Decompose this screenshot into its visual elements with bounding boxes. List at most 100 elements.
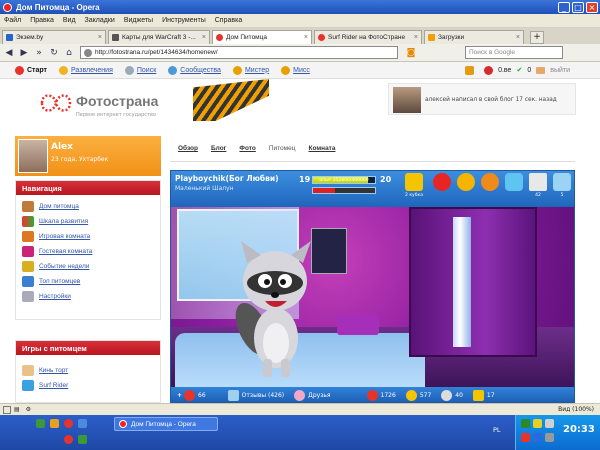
reload-icon[interactable]: ↻ [47, 46, 61, 60]
fotostrana-logo[interactable]: Фотострана Первое интернет государство [38, 87, 218, 127]
bath-action[interactable] [502, 173, 526, 203]
love-action[interactable] [430, 173, 454, 203]
stat-coins: 1726 [366, 390, 396, 401]
rss-icon[interactable]: ◙ [404, 46, 418, 60]
nav-item-event-of-week[interactable]: Событие недели [16, 259, 160, 274]
sleep-action[interactable]: 5 [550, 173, 574, 203]
nav-item-play-room[interactable]: Игровая комната [16, 229, 160, 244]
nav-item-top-pets[interactable]: Топ питомцев [16, 274, 160, 289]
opera-icon[interactable] [64, 435, 73, 444]
profile-info: 23 года, Ухтарбек [51, 156, 109, 163]
minimize-button[interactable]: _ [558, 1, 570, 13]
nav-item-guest-room[interactable]: Гостевая комната [16, 244, 160, 259]
plus-icon: + [177, 392, 183, 399]
close-tab-icon[interactable]: × [516, 34, 520, 41]
add-points-button[interactable]: + 66 [177, 390, 206, 401]
settings-icon[interactable]: ⚙ [26, 406, 31, 413]
subnav-room[interactable]: Комната [308, 145, 335, 152]
clothes-action[interactable]: 42 [526, 173, 550, 203]
tray-icon[interactable] [521, 419, 530, 428]
tab-ekzem[interactable]: Экзем.by × [2, 30, 106, 44]
close-tab-icon[interactable]: × [98, 34, 102, 41]
mister-link[interactable]: Мистер [232, 65, 269, 75]
menu-file[interactable]: Файл [4, 17, 21, 24]
profile-name: Alex [51, 142, 73, 152]
menu-bookmarks[interactable]: Закладки [85, 17, 115, 24]
new-tab-button[interactable]: + [530, 31, 544, 44]
quick-launch-icon[interactable] [78, 435, 87, 444]
pet-game-area[interactable]: Playboychik(Бог Любви) Маленький Шалун 1… [170, 170, 575, 403]
maximize-button[interactable]: □ [572, 1, 584, 13]
quick-launch-icon[interactable] [50, 419, 59, 428]
game-item-surf-rider[interactable]: Surf Rider [16, 378, 160, 393]
cups-stat[interactable]: 2 кубка [402, 173, 426, 203]
tab-warcraft[interactable]: Карты для WarCraft 3 -... × [108, 30, 210, 44]
balance-value: 0.ве [498, 66, 512, 74]
language-indicator[interactable]: PL [493, 426, 501, 434]
avatar[interactable] [18, 139, 48, 173]
friends-button[interactable]: Друзья [294, 390, 331, 401]
clock[interactable]: 20:33 [563, 424, 595, 435]
tab-surf-rider[interactable]: Surf Rider на ФотоСтране × [314, 30, 422, 44]
gift-icon[interactable] [465, 65, 475, 75]
communities-link[interactable]: Сообщества [168, 65, 221, 75]
tray-icon[interactable] [533, 419, 542, 428]
activity-notice[interactable]: алексей написал в свой блог 17 сек. наза… [388, 83, 576, 115]
entertainment-link[interactable]: Развлечения [59, 65, 113, 75]
miss-link[interactable]: Мисс [281, 65, 310, 75]
address-input[interactable]: http://fotostrana.ru/pet/1434634/homenew… [80, 46, 398, 59]
volume-icon[interactable] [545, 433, 554, 442]
nav-item-pet-home[interactable]: Дом питомца [16, 199, 160, 214]
pet-room-scene[interactable] [171, 207, 574, 387]
nav-item-settings[interactable]: Настройки [16, 289, 160, 304]
panel-toggle-icon[interactable] [3, 405, 11, 414]
opera-icon [3, 2, 12, 12]
game-item-throw-cake[interactable]: Кинь торт [16, 363, 160, 378]
speed-dial-icon[interactable]: ▤ [14, 406, 20, 413]
tab-downloads[interactable]: Загрузки × [424, 30, 524, 44]
subnav-blog[interactable]: Блог [211, 145, 226, 152]
coin-icon [484, 65, 494, 75]
subnav-overview[interactable]: Обзор [178, 145, 198, 152]
search-link[interactable]: Поиск [124, 65, 156, 75]
feed-action[interactable] [478, 173, 502, 203]
taskbar-opera-window[interactable]: Дом Питомца - Opera [114, 417, 218, 431]
close-tab-icon[interactable]: × [304, 34, 308, 41]
tray-icon[interactable] [533, 433, 542, 442]
tab-pet-home[interactable]: Дом Питомца × [212, 30, 312, 44]
profile-card[interactable]: Alex 23 года, Ухтарбек [15, 136, 161, 176]
menu-edit[interactable]: Правка [30, 17, 54, 24]
quick-launch-icon[interactable] [78, 419, 87, 428]
menu-tools[interactable]: Инструменты [162, 17, 206, 24]
fast-forward-icon[interactable]: » [32, 46, 46, 60]
back-icon[interactable]: ◀ [2, 46, 16, 60]
navigation-panel: Навигация Дом питомца Шкала развития Игр… [15, 180, 161, 320]
menu-widgets[interactable]: Виджеты [124, 17, 153, 24]
mail-icon[interactable] [536, 66, 546, 74]
close-tab-icon[interactable]: × [202, 34, 206, 41]
wardrobe-mirror [453, 217, 471, 347]
play-action[interactable] [454, 173, 478, 203]
opera-icon[interactable] [64, 419, 73, 428]
menu-help[interactable]: Справка [215, 17, 242, 24]
reviews-button[interactable]: Отзывы (426) [227, 390, 284, 401]
close-tab-icon[interactable]: × [414, 34, 418, 41]
logout-link[interactable]: выйти [550, 67, 570, 74]
nav-item-growth-scale[interactable]: Шкала развития [16, 214, 160, 229]
menu-view[interactable]: Вид [63, 17, 76, 24]
crown-icon [281, 65, 291, 75]
close-button[interactable]: × [586, 1, 598, 13]
zoom-level[interactable]: Вид (100%) [558, 406, 594, 413]
room-wardrobe[interactable] [409, 207, 537, 357]
start-link[interactable]: Старт [15, 65, 47, 75]
food-icon [481, 173, 499, 191]
subnav-photo[interactable]: Фото [239, 145, 255, 152]
home-icon[interactable]: ⌂ [62, 46, 76, 60]
tray-icon[interactable] [521, 433, 530, 442]
site-favicon [112, 34, 119, 41]
forward-icon[interactable]: ▶ [17, 46, 31, 60]
tray-icon[interactable] [545, 419, 554, 428]
search-input[interactable]: Поиск в Google [465, 46, 563, 59]
quick-launch-icon[interactable] [36, 419, 45, 428]
raccoon-pet[interactable] [231, 233, 321, 383]
